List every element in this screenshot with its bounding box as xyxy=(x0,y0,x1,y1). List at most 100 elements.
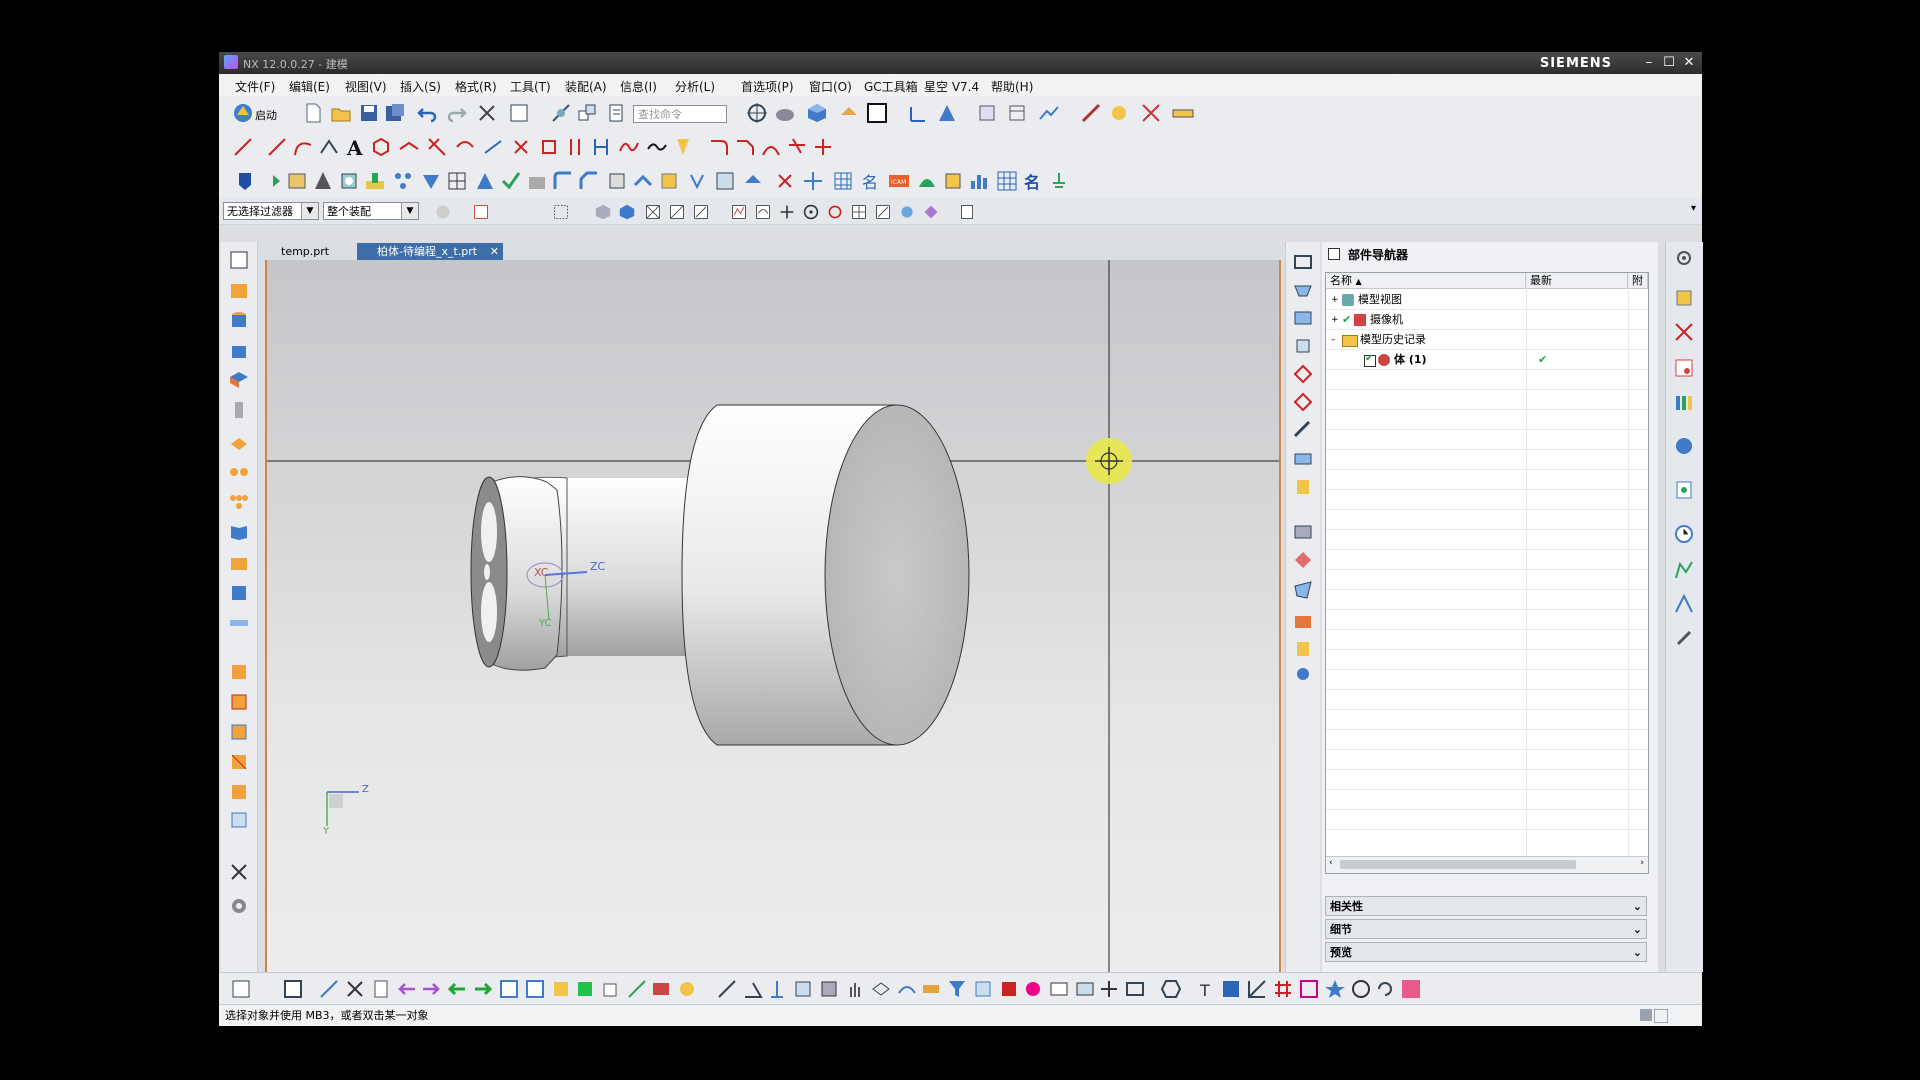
edge-blend-icon[interactable] xyxy=(551,169,575,193)
tools-icon[interactable] xyxy=(1672,626,1696,650)
project-curve-icon[interactable] xyxy=(481,135,505,159)
paint-icon[interactable] xyxy=(649,977,673,1001)
web-browser-icon[interactable] xyxy=(1672,434,1696,458)
menu-file[interactable]: 文件(F) xyxy=(235,78,275,95)
book-icon[interactable] xyxy=(285,169,309,193)
visualize-icon[interactable] xyxy=(1291,662,1315,686)
arc-icon[interactable] xyxy=(291,135,315,159)
unite-body-icon[interactable] xyxy=(227,660,251,684)
revolve-icon[interactable] xyxy=(259,169,283,193)
intersect-icon[interactable] xyxy=(473,169,497,193)
book-open-icon[interactable] xyxy=(227,520,251,544)
hand-icon[interactable] xyxy=(843,977,867,1001)
scrollbar-thumb[interactable] xyxy=(1340,860,1576,869)
light-icon[interactable] xyxy=(1291,636,1315,660)
menu-tools[interactable]: 工具(T) xyxy=(510,78,551,95)
yellow-box-icon[interactable] xyxy=(549,977,573,1001)
split-curve-icon[interactable] xyxy=(759,135,783,159)
material-icon[interactable] xyxy=(1291,610,1315,634)
settings-gear-icon[interactable] xyxy=(227,894,251,918)
rotate-view-icon[interactable] xyxy=(1291,362,1315,386)
type-filter-select[interactable]: 无选择过滤器 ▼ xyxy=(223,202,319,220)
menu-insert[interactable]: 插入(S) xyxy=(400,78,441,95)
route-icon[interactable] xyxy=(1037,101,1061,125)
text-icon[interactable]: A xyxy=(343,135,367,160)
sheet-metal-icon[interactable] xyxy=(227,430,251,454)
menu-format[interactable]: 格式(R) xyxy=(455,78,497,95)
customize-icon[interactable] xyxy=(229,977,253,1001)
split-window-icon[interactable] xyxy=(1097,977,1121,1001)
box-open-icon[interactable] xyxy=(227,550,251,574)
plane-icon[interactable] xyxy=(869,977,893,1001)
clock-icon[interactable] xyxy=(1672,522,1696,546)
column-name[interactable]: 名称 ▲ xyxy=(1326,273,1526,289)
pattern-body-icon[interactable] xyxy=(227,808,251,832)
settings-gear-icon[interactable] xyxy=(1672,246,1696,270)
menu-gc-toolbox[interactable]: GC工具箱 xyxy=(864,78,918,95)
subtract-body-icon[interactable] xyxy=(227,690,251,714)
view-cube-icon[interactable] xyxy=(805,101,829,125)
part-list-icon[interactable] xyxy=(975,101,999,125)
view-right-icon[interactable] xyxy=(1291,306,1315,330)
display-mode-icon[interactable] xyxy=(1291,520,1315,544)
tree-row-history[interactable]: – 模型历史记录 xyxy=(1326,330,1648,350)
scroll-right-icon[interactable]: › xyxy=(1640,858,1644,868)
split-body-icon[interactable] xyxy=(657,169,681,193)
height-icon[interactable] xyxy=(765,977,789,1001)
new-file-icon[interactable] xyxy=(301,101,325,125)
offset-face-icon[interactable] xyxy=(605,169,629,193)
graphics-viewport[interactable]: XC ZC YC Z Y xyxy=(265,260,1281,972)
offset-curve-icon[interactable] xyxy=(397,135,421,159)
horizontal-scrollbar[interactable]: ‹ › xyxy=(1326,856,1648,873)
edit-curve-icon[interactable] xyxy=(785,135,809,159)
section-view-icon[interactable] xyxy=(1291,446,1315,470)
select-features-icon[interactable] xyxy=(471,202,490,221)
menu-view[interactable]: 视图(V) xyxy=(345,78,387,95)
chinese-name-icon[interactable]: 名 xyxy=(1021,169,1045,193)
multi-body-icon[interactable] xyxy=(227,460,251,484)
pattern-icon[interactable] xyxy=(391,169,415,193)
menu-help[interactable]: 帮助(H) xyxy=(991,78,1033,95)
edge-display-icon[interactable] xyxy=(1291,548,1315,572)
layer-view-icon[interactable] xyxy=(1291,474,1315,498)
filter-icon[interactable] xyxy=(945,977,969,1001)
expand-icon[interactable]: + xyxy=(1331,290,1339,310)
column-attached[interactable]: 附 xyxy=(1628,273,1648,289)
isoparametric-icon[interactable] xyxy=(563,135,587,159)
name-label-icon[interactable]: 名 xyxy=(859,169,883,193)
select-rect-icon[interactable] xyxy=(507,101,531,125)
section-details[interactable]: 细节 ⌄ xyxy=(1325,919,1647,939)
star-icon[interactable] xyxy=(1323,977,1347,1001)
panel-pin-icon[interactable] xyxy=(1328,248,1340,260)
menu-edit[interactable]: 编辑(E) xyxy=(289,78,330,95)
arrow-left-icon[interactable] xyxy=(395,977,419,1001)
trim-body-icon[interactable] xyxy=(631,169,655,193)
highlight-icon[interactable] xyxy=(675,977,699,1001)
snap-control-icon[interactable] xyxy=(691,202,710,221)
snap-quadrant-icon[interactable] xyxy=(825,202,844,221)
clipboard-icon[interactable] xyxy=(605,101,629,125)
select-all-icon[interactable] xyxy=(957,202,976,221)
red-cube-icon[interactable] xyxy=(997,977,1021,1001)
grid-array-icon[interactable] xyxy=(831,169,855,193)
scroll-left-icon[interactable]: ‹ xyxy=(1329,858,1333,868)
menu-info[interactable]: 信息(I) xyxy=(620,78,657,95)
hexagon-icon[interactable] xyxy=(1159,977,1183,1001)
intersect-body-icon[interactable] xyxy=(227,720,251,744)
stack-icon[interactable] xyxy=(227,398,251,422)
boss-icon[interactable] xyxy=(363,169,387,193)
tree-row-model-views[interactable]: + 模型视图 xyxy=(1326,290,1648,310)
import-icon[interactable] xyxy=(497,977,521,1001)
minimize-button[interactable]: – xyxy=(1640,54,1658,71)
arrow-right-icon[interactable] xyxy=(419,977,443,1001)
replace-face-icon[interactable] xyxy=(713,169,737,193)
draft-icon[interactable] xyxy=(311,169,335,193)
open-folder-icon[interactable] xyxy=(329,101,353,125)
polygon-icon[interactable] xyxy=(369,135,393,159)
cam-icon[interactable]: iCAM xyxy=(887,169,911,193)
orient-icon[interactable] xyxy=(935,101,959,125)
layer-icon[interactable] xyxy=(837,101,861,125)
hole-icon[interactable] xyxy=(337,169,361,193)
chamfer-curve-icon[interactable] xyxy=(733,135,757,159)
snap-perp-icon[interactable] xyxy=(777,202,796,221)
